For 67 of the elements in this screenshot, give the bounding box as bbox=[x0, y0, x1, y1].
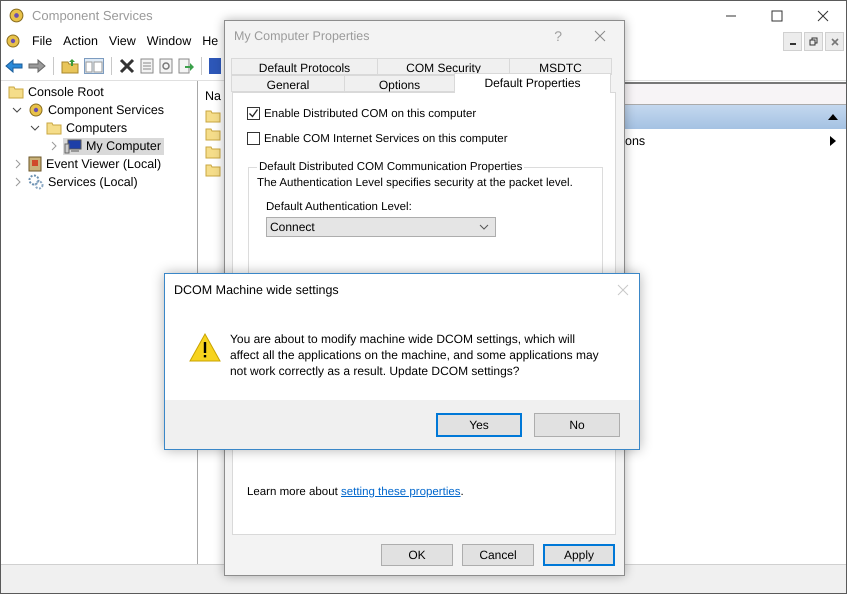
folder-icon bbox=[205, 109, 221, 123]
console-tree-icon[interactable] bbox=[84, 58, 104, 74]
gear-ball-icon bbox=[28, 102, 44, 118]
message-button[interactable]: No bbox=[534, 412, 620, 436]
folder-icon bbox=[46, 121, 62, 135]
window-title: Component Services bbox=[32, 8, 154, 23]
gears-icon bbox=[28, 174, 44, 190]
dialog-button[interactable]: OK bbox=[381, 544, 453, 566]
export-list-icon[interactable] bbox=[178, 58, 194, 74]
warning-icon bbox=[189, 333, 221, 362]
close-icon bbox=[830, 38, 838, 46]
chevron-down-icon bbox=[479, 224, 489, 230]
checkbox[interactable] bbox=[247, 107, 260, 120]
dropdown[interactable]: Connect bbox=[266, 217, 496, 237]
close-icon[interactable] bbox=[817, 10, 829, 22]
tab[interactable]: COM Security bbox=[377, 58, 510, 75]
description-text: The Authentication Level specifies security at the packet level. bbox=[257, 177, 574, 189]
submenu-arrow-icon bbox=[830, 136, 836, 146]
tab[interactable]: General bbox=[231, 75, 345, 92]
message-text: You are about to modify machine wide DCOM settings, which will affect all the applications on the machine, and some applications may not work correctly as a result. Update DCOM settings? bbox=[230, 331, 600, 379]
tab[interactable]: Options bbox=[344, 75, 455, 92]
maximize-icon[interactable] bbox=[771, 10, 783, 22]
tab[interactable]: Default Protocols bbox=[231, 58, 378, 75]
help-link[interactable]: setting these properties bbox=[340, 486, 461, 498]
minimize-button[interactable] bbox=[783, 32, 802, 51]
tree-item[interactable]: My Computer bbox=[63, 138, 164, 154]
computer-icon bbox=[64, 138, 82, 154]
tree-item[interactable]: Component Services bbox=[27, 101, 168, 119]
menu-item[interactable]: He bbox=[202, 34, 218, 48]
folder-icon bbox=[205, 163, 221, 177]
task-pane-entry[interactable]: ons bbox=[595, 129, 846, 153]
tree-item[interactable]: Console Root bbox=[7, 84, 107, 100]
folder-icon bbox=[205, 127, 221, 141]
delete-icon[interactable] bbox=[119, 58, 135, 74]
checkbox-label: Enable COM Internet Services on this computer bbox=[264, 132, 508, 144]
dialog-title: My Computer Properties bbox=[234, 29, 370, 43]
learn-more-text: Learn more about setting these properties. bbox=[247, 486, 465, 498]
tree-item[interactable]: Event Viewer (Local) bbox=[27, 155, 164, 173]
menu-item[interactable]: Window bbox=[146, 34, 192, 48]
restore-icon bbox=[809, 37, 818, 46]
folder-icon bbox=[8, 85, 24, 99]
tree-item[interactable]: Computers bbox=[45, 120, 130, 136]
back-arrow-icon[interactable] bbox=[5, 59, 23, 73]
folder-icon bbox=[205, 145, 221, 159]
dialog-button[interactable]: Cancel bbox=[462, 544, 534, 566]
event-log-icon bbox=[28, 156, 42, 172]
collapse-arrow-icon[interactable] bbox=[828, 114, 838, 120]
checkbox-label: Enable Distributed COM on this computer bbox=[264, 108, 476, 120]
gear-ball-icon bbox=[5, 33, 21, 49]
close-button[interactable] bbox=[825, 32, 844, 51]
checkbox[interactable] bbox=[247, 132, 260, 145]
tab[interactable]: Default Properties bbox=[454, 73, 611, 93]
gear-ball-icon bbox=[8, 7, 25, 24]
forward-arrow-icon[interactable] bbox=[28, 59, 46, 73]
properties-icon[interactable] bbox=[140, 58, 154, 74]
group-title: Default Distributed COM Communication Properties bbox=[258, 161, 524, 173]
menu-item[interactable]: File bbox=[32, 34, 52, 48]
restore-button[interactable] bbox=[804, 32, 823, 51]
message-box-title: DCOM Machine wide settings bbox=[174, 283, 339, 297]
folder-up-icon[interactable] bbox=[61, 58, 79, 74]
refresh-icon[interactable] bbox=[159, 58, 173, 74]
dialog-button[interactable]: Apply bbox=[543, 544, 615, 566]
menu-item[interactable]: Action bbox=[63, 34, 98, 48]
menu-item[interactable]: View bbox=[108, 34, 136, 48]
field-label: Default Authentication Level: bbox=[266, 201, 413, 213]
tree-item[interactable]: Services (Local) bbox=[27, 173, 141, 191]
message-button[interactable]: Yes bbox=[436, 412, 522, 436]
